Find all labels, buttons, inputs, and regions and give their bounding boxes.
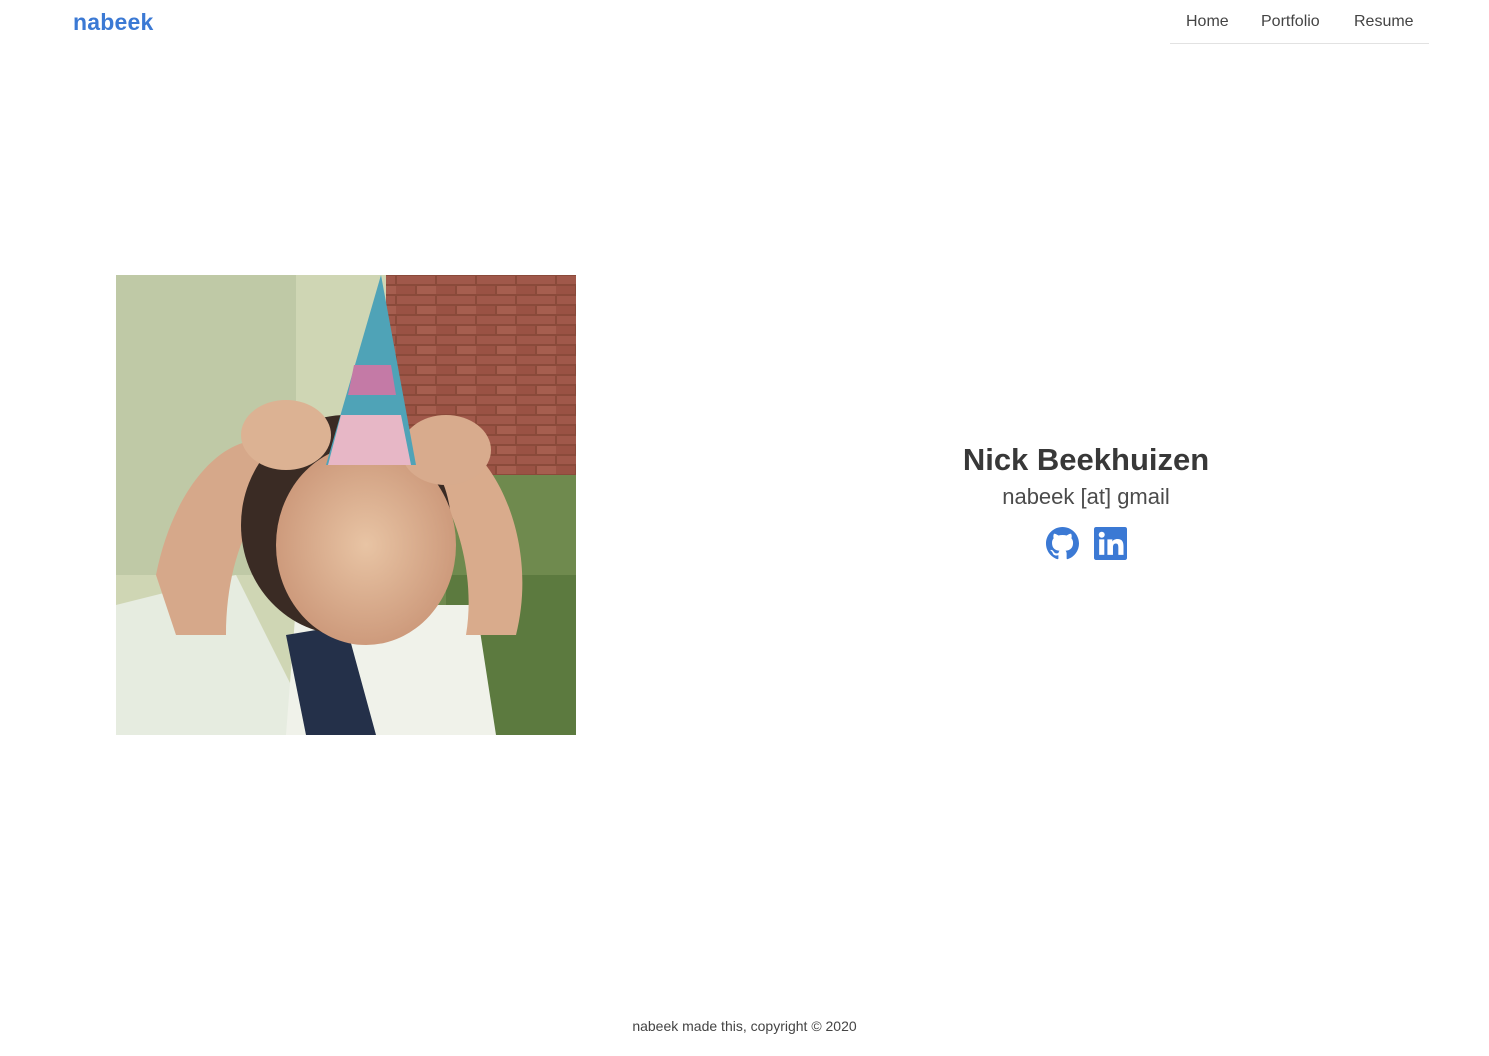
profile-photo xyxy=(116,275,576,735)
nav-resume[interactable]: Resume xyxy=(1354,13,1414,31)
linkedin-icon xyxy=(1093,527,1127,560)
profile-photo-image xyxy=(116,275,576,735)
social-links xyxy=(886,527,1286,560)
linkedin-link[interactable] xyxy=(1093,527,1127,560)
profile-card: Nick Beekhuizen nabeek [at] gmail xyxy=(886,440,1286,560)
profile-name: Nick Beekhuizen xyxy=(962,442,1210,477)
github-link[interactable] xyxy=(1045,527,1079,560)
profile-email: nabeek [at] gmail xyxy=(1002,484,1170,509)
brand-logo-link[interactable]: nabeek xyxy=(73,9,153,36)
github-icon xyxy=(1045,527,1079,560)
footer-text: nabeek made this, copyright © 2020 xyxy=(632,1018,857,1034)
main-nav: Home Portfolio Resume xyxy=(1170,0,1429,44)
nav-portfolio[interactable]: Portfolio xyxy=(1261,13,1320,31)
page: nabeek Home Portfolio Resume Nick Beekhu… xyxy=(0,0,1489,1056)
nav-home[interactable]: Home xyxy=(1186,13,1229,31)
